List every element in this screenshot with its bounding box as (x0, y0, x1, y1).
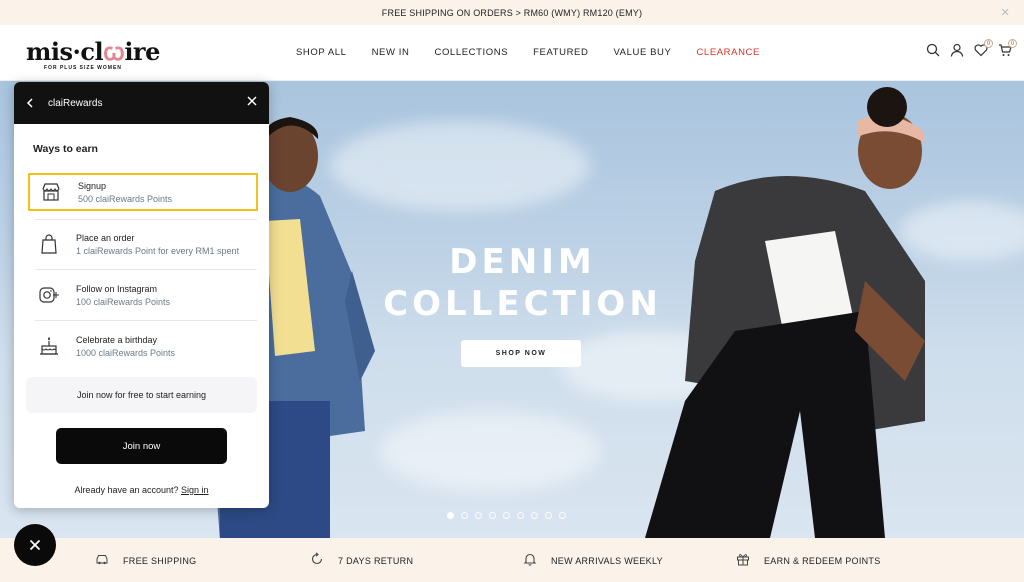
feature-label: EARN & REDEEM POINTS (764, 556, 881, 566)
slider-dot[interactable] (531, 512, 538, 519)
rewards-launcher-close-button[interactable] (14, 524, 56, 566)
earn-item-birthday[interactable]: Celebrate a birthday 1000 claiRewards Po… (28, 327, 258, 365)
earn-item-points: 1000 claiRewards Points (76, 347, 176, 358)
divider (35, 320, 257, 321)
feature-new-arrivals: NEW ARRIVALS WEEKLY (523, 553, 663, 566)
features-bar: FREE SHIPPING 7 DAYS RETURN NEW ARRIVALS… (0, 538, 1024, 582)
hero-title-line1: DENIM (449, 242, 596, 282)
gift-icon (737, 554, 749, 566)
slider-dot[interactable] (517, 512, 524, 519)
rewards-panel: claiRewards Ways to earn Signup 500 clai… (14, 82, 269, 508)
signin-prompt-text: Already have an account? (74, 485, 179, 495)
divider (35, 219, 257, 220)
slider-dot[interactable] (545, 512, 552, 519)
cloud-shape (380, 411, 600, 491)
slider-dot[interactable] (559, 512, 566, 519)
earn-item-title: Follow on Instagram (76, 283, 158, 294)
model-right-image (645, 87, 925, 538)
slider-dot[interactable] (447, 512, 454, 519)
close-icon[interactable] (247, 96, 257, 106)
slider-dot[interactable] (461, 512, 468, 519)
site-header: mis·clꞷire FOR PLUS SIZE WOMEN SHOP ALL … (0, 25, 1024, 81)
shop-now-button[interactable]: SHOP NOW (461, 340, 581, 367)
nav-value-buy[interactable]: VALUE BUY (613, 47, 671, 58)
earn-item-title: Celebrate a birthday (76, 334, 158, 345)
earn-item-title: Place an order (76, 232, 135, 243)
feature-label: 7 DAYS RETURN (338, 556, 414, 566)
return-icon (311, 552, 323, 565)
signin-link[interactable]: Sign in (181, 485, 209, 495)
feature-label: FREE SHIPPING (123, 556, 197, 566)
storefront-icon (38, 179, 64, 205)
earn-item-place-order[interactable]: Place an order 1 claiRewards Point for e… (28, 225, 258, 263)
instagram-icon (36, 282, 62, 308)
earn-item-title: Signup (78, 180, 107, 191)
logo-text-right: ire (124, 37, 160, 66)
wishlist-count-badge: 0 (984, 39, 993, 48)
earn-item-points: 100 claiRewards Points (76, 296, 171, 307)
ways-to-earn-heading: Ways to earn (33, 143, 98, 155)
announcement-text: FREE SHIPPING ON ORDERS > RM60 (WMY) RM1… (381, 7, 643, 18)
car-icon (96, 555, 108, 565)
nav-featured[interactable]: FEATURED (533, 47, 588, 58)
announcement-bar: FREE SHIPPING ON ORDERS > RM60 (WMY) RM1… (0, 0, 1024, 25)
account-icon[interactable] (950, 43, 964, 57)
nav-shop-all[interactable]: SHOP ALL (296, 47, 347, 58)
wishlist-icon[interactable]: 0 (974, 39, 993, 57)
rewards-panel-header: claiRewards (14, 82, 269, 124)
nav-collections[interactable]: COLLECTIONS (434, 47, 508, 58)
logo-tagline: FOR PLUS SIZE WOMEN (44, 65, 122, 71)
shopping-bag-icon (36, 231, 62, 257)
hero-title: DENIM COLLECTION (380, 241, 665, 325)
feature-7-days-return: 7 DAYS RETURN (310, 552, 414, 566)
back-chevron-icon[interactable] (26, 98, 34, 108)
main-nav: SHOP ALL NEW IN COLLECTIONS FEATURED VAL… (296, 47, 785, 58)
hero-title-line2: COLLECTION (383, 284, 662, 324)
close-icon (29, 539, 41, 551)
slider-dot[interactable] (503, 512, 510, 519)
slider-dot[interactable] (475, 512, 482, 519)
join-message-box: Join now for free to start earning (26, 377, 257, 413)
bell-icon (523, 553, 537, 566)
cart-count-badge: 0 (1008, 39, 1017, 48)
logo-text-left: mis·cl (26, 37, 104, 66)
earn-item-points: 1 claiRewards Point for every RM1 spent (76, 245, 240, 256)
logo[interactable]: mis·clꞷire FOR PLUS SIZE WOMEN (26, 35, 160, 75)
signin-prompt: Already have an account? Sign in (14, 485, 269, 495)
feature-earn-redeem: EARN & REDEEM POINTS (736, 554, 881, 566)
feature-free-shipping: FREE SHIPPING (95, 555, 197, 566)
cart-icon[interactable]: 0 (998, 39, 1017, 57)
ribbon-icon: ꞷ (103, 37, 125, 66)
nav-new-in[interactable]: NEW IN (372, 47, 410, 58)
join-now-button[interactable]: Join now (56, 428, 227, 464)
close-icon[interactable]: ✕ (1001, 6, 1010, 19)
feature-label: NEW ARRIVALS WEEKLY (551, 556, 663, 566)
slider-dot[interactable] (489, 512, 496, 519)
cake-icon (36, 333, 62, 359)
header-icons: 0 0 (926, 39, 1017, 57)
divider (35, 269, 257, 270)
nav-clearance[interactable]: CLEARANCE (696, 47, 759, 58)
earn-item-points: 500 claiRewards Points (78, 193, 173, 204)
slider-dots (447, 512, 566, 519)
search-icon[interactable] (926, 43, 940, 57)
rewards-panel-title: claiRewards (48, 97, 103, 109)
earn-item-signup[interactable]: Signup 500 claiRewards Points (28, 173, 258, 211)
earn-item-instagram[interactable]: Follow on Instagram 100 claiRewards Poin… (28, 276, 258, 314)
